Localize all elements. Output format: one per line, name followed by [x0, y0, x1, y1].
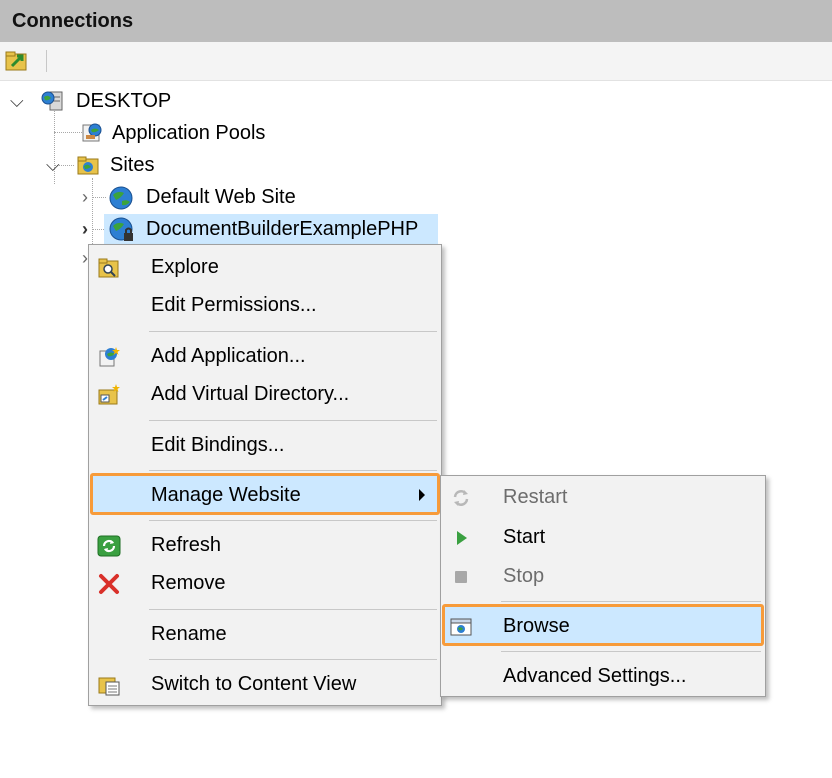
connections-header: Connections	[0, 0, 832, 42]
menu-item-edit-bindings[interactable]: Edit Bindings...	[91, 426, 439, 464]
app-pools-icon	[80, 121, 104, 145]
globe-icon	[108, 185, 134, 211]
play-icon	[449, 525, 473, 549]
menu-item-switch-content-view[interactable]: Switch to Content View	[91, 665, 439, 703]
submenu-item-advanced-settings[interactable]: Advanced Settings...	[443, 657, 763, 695]
manage-website-submenu: Restart Start Stop Browse Advanced Setti…	[440, 475, 766, 697]
globe-lock-icon	[108, 216, 136, 244]
tree-label-app-pools: Application Pools	[112, 122, 266, 144]
menu-item-add-application[interactable]: Add Application...	[91, 337, 439, 375]
menu-item-rename[interactable]: Rename	[91, 615, 439, 653]
tree-node-sites[interactable]: ⌵ Sites	[0, 150, 260, 180]
menu-item-edit-permissions[interactable]: Edit Permissions...	[91, 286, 439, 324]
submenu-item-stop[interactable]: Stop	[443, 557, 763, 595]
menu-separator	[149, 470, 437, 471]
chevron-down-icon[interactable]: ⌵	[46, 150, 60, 180]
menu-separator	[149, 520, 437, 521]
submenu-item-restart[interactable]: Restart	[443, 478, 763, 516]
restart-icon	[449, 485, 473, 509]
connections-title: Connections	[12, 10, 134, 32]
tree-label-server: DESKTOP	[76, 90, 172, 112]
menu-item-explore[interactable]: Explore	[91, 248, 439, 286]
sites-folder-icon	[76, 153, 100, 177]
tree-node-app-pools[interactable]: Application Pools	[0, 118, 320, 148]
toolbar-separator	[46, 50, 47, 72]
add-virtual-directory-icon	[97, 382, 121, 406]
connect-icon[interactable]	[4, 48, 30, 74]
tree-node-default-web-site[interactable]: › Default Web Site	[0, 182, 320, 212]
menu-separator	[149, 420, 437, 421]
connections-toolbar	[0, 42, 832, 81]
menu-item-remove[interactable]: Remove	[91, 564, 439, 602]
menu-item-refresh[interactable]: Refresh	[91, 526, 439, 564]
chevron-right-icon[interactable]: ›	[82, 214, 88, 244]
tree-node-selected-site[interactable]: › DocumentBuilderExamplePHP	[0, 214, 440, 244]
menu-separator	[501, 651, 761, 652]
tree-node-server[interactable]: ⌵ DESKTOP	[0, 86, 300, 116]
menu-separator	[149, 331, 437, 332]
menu-separator	[149, 659, 437, 660]
chevron-right-icon[interactable]: ›	[82, 182, 88, 212]
stop-icon	[449, 564, 473, 588]
submenu-item-start[interactable]: Start	[443, 518, 763, 556]
callout-browse	[442, 604, 764, 646]
tree-label-sites: Sites	[110, 154, 155, 176]
tree-label-default-web-site: Default Web Site	[146, 186, 296, 208]
callout-manage-website	[90, 473, 440, 515]
server-globe-icon	[40, 89, 66, 113]
explore-folder-icon	[97, 255, 121, 279]
refresh-icon	[97, 533, 121, 557]
menu-separator	[501, 601, 761, 602]
menu-separator	[149, 609, 437, 610]
menu-item-add-virtual-directory[interactable]: Add Virtual Directory...	[91, 375, 439, 413]
add-application-icon	[97, 344, 121, 368]
content-view-icon	[97, 672, 121, 696]
chevron-down-icon[interactable]: ⌵	[10, 86, 24, 116]
tree-label-selected-site: DocumentBuilderExamplePHP	[146, 218, 419, 240]
remove-x-icon	[97, 571, 121, 595]
